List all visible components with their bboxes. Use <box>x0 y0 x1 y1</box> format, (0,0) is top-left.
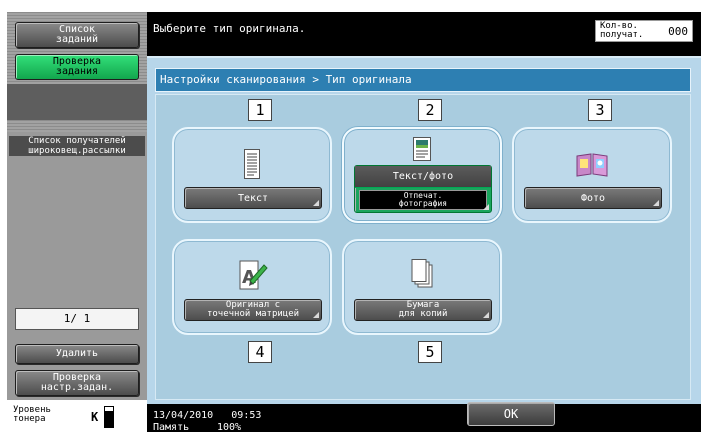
recipient-count-box: Кол-во. получат. 000 <box>595 20 693 42</box>
recipient-count-label-2: получат. <box>600 30 644 40</box>
toner-indicator: Уровень тонера K <box>7 400 147 432</box>
instruction-text: Выберите тип оригинала. <box>153 22 306 35</box>
dot-matrix-label-2: точечной матрицей <box>206 309 300 319</box>
ok-button[interactable]: OK <box>467 402 555 426</box>
toner-color-letter: K <box>91 410 99 424</box>
original-type-photo-label: Фото <box>580 192 606 204</box>
job-list-button[interactable]: Список заданий <box>15 22 139 48</box>
option-number-4: 4 <box>248 341 272 363</box>
toner-label: Уровень тонера <box>13 406 51 424</box>
main-panel: Настройки сканирования > Тип оригинала 1… <box>147 56 701 404</box>
original-type-text-card[interactable]: Текст <box>172 127 332 223</box>
left-sidebar: Список заданий Проверка задания Список п… <box>7 12 147 432</box>
photo-book-icon <box>576 153 608 177</box>
toner-label-2: тонера <box>13 414 46 424</box>
check-job-label-2: задания <box>55 66 99 77</box>
broadcast-label-1: Список получателей <box>28 136 126 146</box>
memory-value: 100% <box>217 422 242 432</box>
delete-button[interactable]: Удалить <box>15 344 139 364</box>
corner-triangle-icon <box>313 312 319 318</box>
original-type-copy-paper-button[interactable]: Бумага для копий <box>354 299 492 321</box>
date-text: 13/04/2010 <box>153 410 214 421</box>
recipient-count-value: 000 <box>668 25 688 38</box>
toner-level-bar <box>104 406 114 428</box>
copy-paper-stack-icon <box>411 259 433 288</box>
page-counter: 1/ 1 <box>15 308 139 330</box>
check-job-button[interactable]: Проверка задания <box>15 54 139 80</box>
text-page-icon <box>244 149 260 179</box>
option-number-2: 2 <box>418 99 442 121</box>
original-type-panel: 1 2 3 Текст Текст/фото Отпечат. фотограф… <box>155 94 691 400</box>
time-text: 09:53 <box>231 410 262 421</box>
text-photo-page-icon <box>413 137 431 161</box>
copier-screen: Список заданий Проверка задания Список п… <box>7 12 701 432</box>
toner-level-fill <box>105 411 113 427</box>
option-number-1: 1 <box>248 99 272 121</box>
corner-triangle-icon <box>483 204 489 210</box>
option-number-3: 3 <box>588 99 612 121</box>
breadcrumb: Настройки сканирования > Тип оригинала <box>155 68 691 92</box>
printed-photo-label-2: фотография <box>398 199 448 208</box>
original-type-text-photo-card[interactable]: Текст/фото Отпечат. фотография <box>342 127 502 223</box>
original-type-text-button[interactable]: Текст <box>184 187 322 209</box>
original-type-text-label: Текст <box>237 192 269 204</box>
dot-matrix-page-icon: A <box>239 260 268 290</box>
corner-triangle-icon <box>313 200 319 206</box>
corner-triangle-icon <box>483 312 489 318</box>
sidebar-hatch-mid <box>7 120 147 132</box>
original-type-photo-card[interactable]: Фото <box>512 127 672 223</box>
check-settings-button[interactable]: Проверка настр.задан. <box>15 370 139 396</box>
sidebar-dark-band <box>7 84 147 120</box>
memory-label: Память <box>153 422 190 432</box>
original-type-text-photo-label: Текст/фото <box>355 166 491 188</box>
delete-label: Удалить <box>55 348 99 359</box>
original-type-dot-matrix-button[interactable]: Оригинал с точечной матрицей <box>184 299 322 321</box>
original-type-text-photo-button[interactable]: Текст/фото Отпечат. фотография <box>354 165 492 213</box>
date-time: 13/04/2010 09:53 <box>153 410 261 421</box>
original-type-photo-button[interactable]: Фото <box>524 187 662 209</box>
original-type-dot-matrix-card[interactable]: A Оригинал с точечной матрицей <box>172 239 332 335</box>
original-type-copy-paper-card[interactable]: Бумага для копий <box>342 239 502 335</box>
status-bar: 13/04/2010 09:53 Память 100% <box>147 404 701 432</box>
memory-status: Память 100% <box>153 422 241 432</box>
recipient-count-label: Кол-во. получат. <box>600 22 652 40</box>
broadcast-label-2: широковещ.рассылки <box>28 146 126 156</box>
option-number-5: 5 <box>418 341 442 363</box>
printed-photo-sub-button[interactable]: Отпечат. фотография <box>359 190 487 210</box>
check-settings-label-2: настр.задан. <box>40 382 114 393</box>
broadcast-recipient-list-button[interactable]: Список получателей широковещ.рассылки <box>9 136 145 156</box>
copy-paper-label-2: для копий <box>398 309 448 319</box>
corner-triangle-icon <box>653 200 659 206</box>
job-list-label-2: заданий <box>55 34 99 45</box>
top-bar: Выберите тип оригинала. Кол-во. получат.… <box>147 12 701 56</box>
